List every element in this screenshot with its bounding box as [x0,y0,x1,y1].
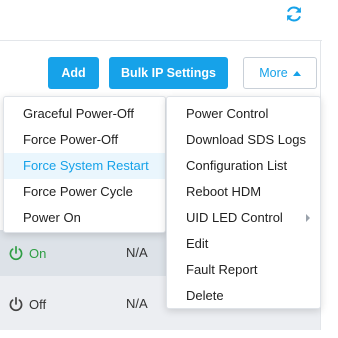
menu-item-force-power-cycle[interactable]: Force Power Cycle [4,179,165,205]
menu-item-edit[interactable]: Edit [167,231,320,257]
menu-item-force-system-restart[interactable]: Force System Restart [4,153,165,179]
menu-item-graceful-power-off[interactable]: Graceful Power-Off [4,101,165,127]
power-icon [9,245,23,261]
power-icon [9,296,23,312]
menu-item-configuration-list[interactable]: Configuration List [167,153,320,179]
toolbar-divider [0,40,322,41]
menu-item-force-power-off[interactable]: Force Power-Off [4,127,165,153]
caret-up-icon [292,70,301,76]
table-cell: N/A [126,245,148,260]
more-button-label: More [259,66,288,80]
power-status-off: Off [8,296,46,312]
menu-item-download-sds-logs[interactable]: Download SDS Logs [167,127,320,153]
menu-item-label: UID LED Control [186,210,283,225]
menu-item-uid-led-control[interactable]: UID LED Control [167,205,320,231]
add-button[interactable]: Add [48,57,99,89]
more-button[interactable]: More [243,57,317,89]
power-status-on: On [8,245,46,261]
table-cell: N/A [126,296,148,311]
status-text: Off [29,296,47,312]
menu-item-power-on[interactable]: Power On [4,205,165,231]
bulk-ip-settings-button[interactable]: Bulk IP Settings [109,57,228,89]
power-control-submenu: Graceful Power-Off Force Power-Off Force… [3,96,166,233]
chevron-right-icon [306,214,310,222]
menu-item-reboot-hdm[interactable]: Reboot HDM [167,179,320,205]
menu-item-power-control[interactable]: Power Control [167,101,320,127]
status-text: On [29,245,47,261]
menu-item-fault-report[interactable]: Fault Report [167,257,320,283]
more-dropdown-menu: Power Control Download SDS Logs Configur… [166,96,321,309]
refresh-icon[interactable] [283,3,305,25]
menu-item-delete[interactable]: Delete [167,283,320,309]
